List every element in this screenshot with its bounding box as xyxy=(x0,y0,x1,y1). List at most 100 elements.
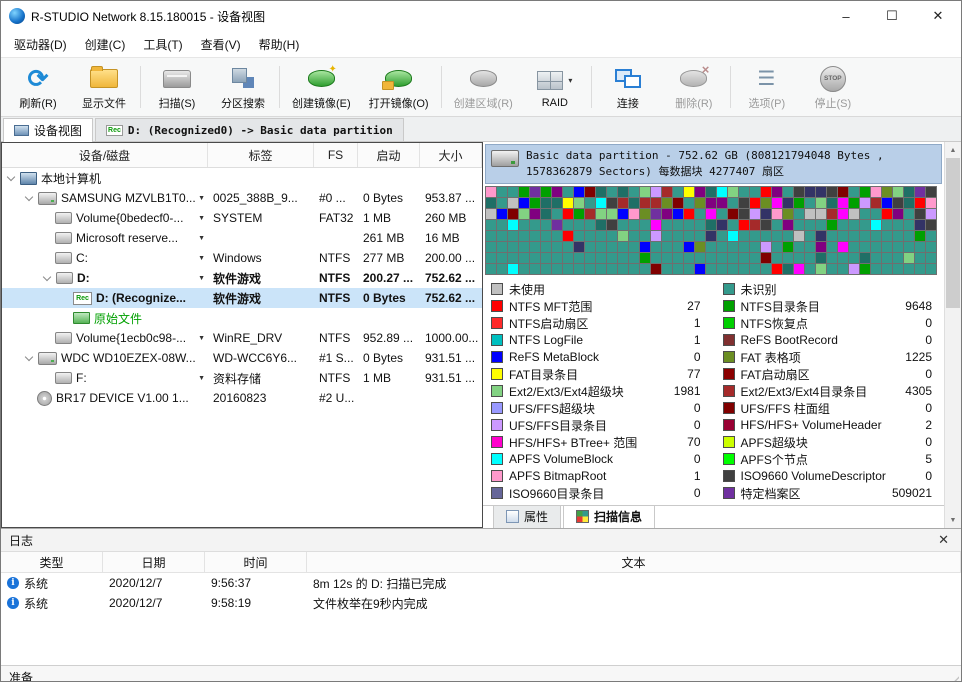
log-column-header-0[interactable]: 类型 xyxy=(1,552,103,572)
log-row-0[interactable]: i系统2020/12/79:56:378m 12s 的 D: 扫描已完成 xyxy=(1,573,961,593)
scroll-track[interactable] xyxy=(945,158,961,512)
expander-chevron-icon[interactable] xyxy=(7,173,15,181)
expander-chevron-icon[interactable] xyxy=(25,353,33,361)
scan-block xyxy=(838,253,848,263)
menu-item-2[interactable]: 工具(T) xyxy=(134,32,191,57)
log-column-header-1[interactable]: 日期 xyxy=(103,552,205,572)
tree-row-11[interactable]: BR17 DEVICE V1.00 1...20160823#2 U... xyxy=(2,388,482,408)
options-icon: ☰ xyxy=(757,69,776,89)
info-icon: i xyxy=(7,597,19,609)
row-dropdown-icon[interactable]: ▼ xyxy=(198,375,208,382)
log-column-header-2[interactable]: 时间 xyxy=(205,552,307,572)
expander-chevron-icon[interactable] xyxy=(43,273,51,281)
tree-column-header-1[interactable]: 标签 xyxy=(208,143,314,167)
minimize-button[interactable]: – xyxy=(823,1,869,31)
tree-column-header-4[interactable]: 大小 xyxy=(420,143,482,167)
row-dropdown-icon[interactable]: ▼ xyxy=(198,255,208,262)
legend-item: ReFS BootRecord0 xyxy=(723,332,939,349)
scan-block xyxy=(629,198,639,208)
scroll-up-arrow[interactable]: ▲ xyxy=(945,142,961,158)
toolbar-button-create-image[interactable]: 创建镜像(E) xyxy=(283,58,360,116)
toolbar-button-options[interactable]: ☰选项(P) xyxy=(734,58,800,116)
toolbar-button-partition-search[interactable]: 分区搜索 xyxy=(210,58,276,116)
log-row-1[interactable]: i系统2020/12/79:58:19文件枚举在9秒内完成 xyxy=(1,593,961,613)
scan-block xyxy=(717,187,727,197)
right-tab-properties[interactable]: 属性 xyxy=(493,506,561,528)
scroll-down-arrow[interactable]: ▼ xyxy=(945,512,961,528)
device-tree-panel: 设备/磁盘标签FS启动大小 本地计算机SAMSUNG MZVLB1T0...▼0… xyxy=(1,142,483,528)
close-button[interactable]: ✕ xyxy=(915,1,961,31)
menu-item-1[interactable]: 创建(C) xyxy=(76,32,135,57)
tree-column-header-2[interactable]: FS xyxy=(314,143,358,167)
tree-row-10[interactable]: F:▼资料存储NTFS1 MB931.51 ... xyxy=(2,368,482,388)
tree-row-0[interactable]: 本地计算机 xyxy=(2,168,482,188)
toolbar-separator xyxy=(279,66,280,108)
dropdown-caret-icon[interactable]: ▾ xyxy=(568,76,572,85)
tree-row-6[interactable]: RecD: (Recognize...软件游戏NTFS0 Bytes752.62… xyxy=(2,288,482,308)
menu-item-4[interactable]: 帮助(H) xyxy=(250,32,309,57)
expander-chevron-icon[interactable] xyxy=(25,193,33,201)
tree-row-4[interactable]: C:▼WindowsNTFS277 MB200.00 ... xyxy=(2,248,482,268)
open-image-icon xyxy=(385,70,412,87)
scan-block xyxy=(629,187,639,197)
log-close-icon[interactable]: ✕ xyxy=(934,532,953,548)
toolbar-button-connect[interactable]: 连接 xyxy=(595,58,661,116)
legend-label: ReFS BootRecord xyxy=(741,333,838,347)
legend-item: APFS个节点5 xyxy=(723,451,939,468)
tree-row-8[interactable]: Volume{1ecb0c98-...▼WinRE_DRVNTFS952.89 … xyxy=(2,328,482,348)
tree-column-header-0[interactable]: 设备/磁盘 xyxy=(2,143,208,167)
toolbar-button-raid[interactable]: ▾RAID xyxy=(522,58,588,116)
log-type-cell: i系统 xyxy=(1,595,103,612)
scan-block xyxy=(695,198,705,208)
tree-column-header-3[interactable]: 启动 xyxy=(358,143,420,167)
vertical-scrollbar[interactable]: ▲ ▼ xyxy=(944,142,961,528)
legend-color-swatch xyxy=(723,351,735,363)
view-tab-0[interactable]: 设备视图 xyxy=(3,118,93,141)
create-image-iconwrap xyxy=(308,65,335,93)
toolbar-button-stop[interactable]: STOP停止(S) xyxy=(800,58,866,116)
scan-block xyxy=(871,253,881,263)
legend-label: APFS超级块 xyxy=(741,434,808,451)
toolbar-button-show-files[interactable]: 显示文件 xyxy=(71,58,137,116)
scan-block xyxy=(662,187,672,197)
scan-block xyxy=(541,242,551,252)
legend-label: APFS BitmapRoot xyxy=(509,469,606,483)
row-dropdown-icon[interactable]: ▼ xyxy=(198,335,208,342)
toolbar-button-refresh[interactable]: ⟳刷新(R) xyxy=(5,58,71,116)
scan-block xyxy=(893,187,903,197)
scan-block xyxy=(574,220,584,230)
row-dropdown-icon[interactable]: ▼ xyxy=(198,195,208,202)
scan-blockmap[interactable] xyxy=(485,186,937,275)
scroll-thumb[interactable] xyxy=(946,158,960,308)
right-tab-scan-info[interactable]: 扫描信息 xyxy=(563,506,655,528)
scan-block xyxy=(684,253,694,263)
scan-block xyxy=(541,264,551,274)
scan-block xyxy=(684,242,694,252)
tree-row-1[interactable]: SAMSUNG MZVLB1T0...▼0025_388B_9...#0 ...… xyxy=(2,188,482,208)
tree-row-7[interactable]: 原始文件 xyxy=(2,308,482,328)
legend-item: ISO9660 VolumeDescriptor0 xyxy=(723,468,939,485)
tree-row-3[interactable]: Microsoft reserve...▼261 MB16 MB xyxy=(2,228,482,248)
row-dropdown-icon[interactable]: ▼ xyxy=(198,215,208,222)
toolbar-button-create-region[interactable]: 创建区域(R) xyxy=(445,58,522,116)
tree-row-2[interactable]: Volume{0bedecf0-...▼SYSTEMFAT321 MB260 M… xyxy=(2,208,482,228)
tree-row-9[interactable]: WDC WD10EZEX-08W...WD-WCC6Y6...#1 S...0 … xyxy=(2,348,482,368)
toolbar-button-open-image[interactable]: 打开镜像(O) xyxy=(360,58,438,116)
maximize-button[interactable]: ☐ xyxy=(869,1,915,31)
row-dropdown-icon[interactable]: ▼ xyxy=(198,275,208,282)
scan-block xyxy=(904,231,914,241)
resize-grip[interactable] xyxy=(949,676,959,682)
scan-block xyxy=(563,242,573,252)
view-tab-1[interactable]: RecD: (Recognized0) -> Basic data partit… xyxy=(95,118,404,141)
toolbar-button-delete[interactable]: 删除(R) xyxy=(661,58,727,116)
menu-item-0[interactable]: 驱动器(D) xyxy=(5,32,76,57)
log-column-header-3[interactable]: 文本 xyxy=(307,552,961,572)
legend-label: ReFS MetaBlock xyxy=(509,350,599,364)
scan-block xyxy=(805,198,815,208)
scan-block xyxy=(497,220,507,230)
tree-row-5[interactable]: D:▼软件游戏NTFS200.27 ...752.62 ... xyxy=(2,268,482,288)
tree-row-name: Volume{0bedecf0-... xyxy=(76,211,183,225)
menu-item-3[interactable]: 查看(V) xyxy=(192,32,250,57)
row-dropdown-icon[interactable]: ▼ xyxy=(198,235,208,242)
toolbar-button-scan[interactable]: 扫描(S) xyxy=(144,58,210,116)
